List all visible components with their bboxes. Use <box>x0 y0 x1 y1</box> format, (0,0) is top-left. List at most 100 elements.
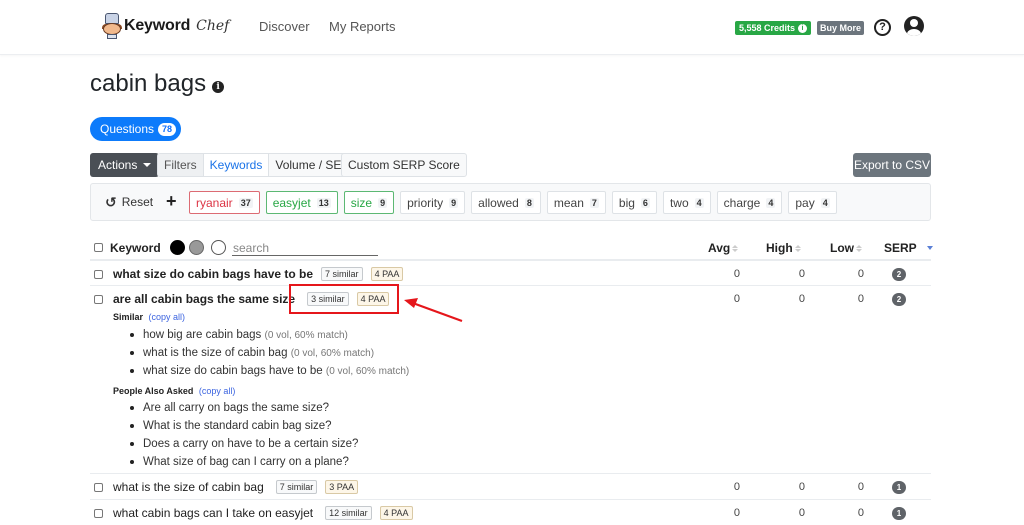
similar-badge[interactable]: 12 similar <box>325 506 372 520</box>
export-csv-button[interactable]: Export to CSV <box>853 153 931 177</box>
tab-keywords[interactable]: Keywords <box>203 154 270 176</box>
filter-chips: ryanair 37 easyjet 13 size 9 priority 9 allo… <box>189 191 837 214</box>
keyword-text[interactable]: are all cabin bags the same size <box>113 292 295 306</box>
add-filter-icon[interactable]: + <box>166 191 177 212</box>
serp-badge: 1 <box>892 507 906 520</box>
copy-all-paa-link[interactable]: (copy all) <box>199 386 236 396</box>
chip-label: big <box>618 195 635 210</box>
nav-discover[interactable]: Discover <box>259 19 310 34</box>
row-checkbox[interactable] <box>94 509 103 518</box>
serp-badge: 2 <box>892 293 906 306</box>
row-checkbox[interactable] <box>94 270 103 279</box>
select-all-checkbox[interactable] <box>94 243 103 252</box>
chip-count: 9 <box>449 197 459 208</box>
filter-bar: ↺ Reset + ryanair 37 easyjet 13 size 9 prio… <box>90 183 931 221</box>
filter-chip-charge[interactable]: charge 4 <box>716 191 783 214</box>
chip-label: pay <box>795 195 815 210</box>
credits-badge[interactable]: 5,558 Credits i <box>735 21 812 35</box>
filter-chip-allowed[interactable]: allowed 8 <box>471 191 541 214</box>
column-avg-label: Avg <box>708 241 731 255</box>
filter-chip-priority[interactable]: priority 9 <box>400 191 466 214</box>
chip-label: two <box>669 195 689 210</box>
column-low-label: Low <box>830 241 854 255</box>
similar-badge[interactable]: 7 similar <box>321 267 363 281</box>
keyword-text[interactable]: what cabin bags can I take on easyjet <box>113 506 313 520</box>
credits-text: 5,558 Credits <box>739 23 796 33</box>
help-icon[interactable]: ? <box>874 19 891 36</box>
chef-mascot-icon <box>102 13 122 39</box>
top-navbar: Keyword Chef Discover My Reports 5,558 C… <box>0 0 1024 55</box>
chip-count: 7 <box>589 197 599 208</box>
column-low[interactable]: Low <box>830 241 862 255</box>
annotation-arrow-icon <box>404 298 463 323</box>
questions-tab[interactable]: Questions 78 <box>90 117 182 141</box>
copy-all-similar-link[interactable]: (copy all) <box>149 312 186 322</box>
keyword-cell: what is the size of cabin bag 7 similar … <box>113 480 359 494</box>
high-value: 0 <box>798 507 805 519</box>
paa-badge[interactable]: 4 PAA <box>370 267 404 281</box>
reset-button[interactable]: ↺ Reset <box>105 195 153 209</box>
filter-black-dot-icon[interactable] <box>170 240 185 255</box>
paa-heading: People Also Asked (copy all) <box>113 386 235 396</box>
filter-chip-mean[interactable]: mean 7 <box>546 191 606 214</box>
avg-value: 0 <box>733 293 740 305</box>
chip-label: easyjet <box>272 195 311 210</box>
keyword-search-input[interactable] <box>232 240 378 256</box>
similar-item-text: what size do cabin bags have to be <box>143 365 323 377</box>
chip-label: priority <box>407 195 444 210</box>
filter-chip-pay[interactable]: pay 4 <box>788 191 837 214</box>
high-value: 0 <box>798 268 805 280</box>
similar-item-text: how big are cabin bags <box>143 329 262 341</box>
keyword-text[interactable]: what size do cabin bags have to be <box>113 267 313 281</box>
filter-white-dot-icon[interactable] <box>211 240 226 255</box>
similar-list: how big are cabin bags (0 vol, 60% match… <box>130 326 409 380</box>
buy-more-button[interactable]: Buy More <box>817 21 865 35</box>
keyword-cell: what size do cabin bags have to be 7 sim… <box>113 267 404 281</box>
low-value: 0 <box>857 293 864 305</box>
chip-count: 37 <box>238 197 253 208</box>
filter-chip-two[interactable]: two 4 <box>662 191 711 214</box>
low-value: 0 <box>857 507 864 519</box>
actions-dropdown-button[interactable]: Actions <box>90 153 160 177</box>
logo[interactable]: Keyword Chef <box>102 13 230 39</box>
tab-filters[interactable]: Filters <box>158 154 204 176</box>
keyword-text[interactable]: what is the size of cabin bag <box>113 480 264 494</box>
column-avg[interactable]: Avg <box>708 241 739 255</box>
chip-count: 4 <box>766 197 776 208</box>
similar-item-meta: (0 vol, 60% match) <box>325 366 410 377</box>
paa-badge[interactable]: 4 PAA <box>379 506 413 520</box>
row-checkbox[interactable] <box>94 483 103 492</box>
actions-label: Actions <box>98 158 138 172</box>
similar-heading: Similar (copy all) <box>113 312 185 322</box>
nav-my-reports[interactable]: My Reports <box>329 19 395 34</box>
similar-item-text: what is the size of cabin bag <box>143 347 288 359</box>
filter-gray-dot-icon[interactable] <box>189 240 204 255</box>
high-value: 0 <box>798 481 805 493</box>
page-title-text: cabin bags <box>90 70 207 97</box>
custom-serp-score-button[interactable]: Custom SERP Score <box>341 153 467 177</box>
caret-down-icon <box>143 163 152 167</box>
column-serp[interactable]: SERP <box>884 241 933 255</box>
similar-item-meta: (0 vol, 60% match) <box>290 348 375 359</box>
chip-label: allowed <box>478 195 519 210</box>
column-high-label: High <box>766 241 793 255</box>
paa-badge[interactable]: 3 PAA <box>325 480 359 494</box>
keyword-cell: what cabin bags can I take on easyjet 12… <box>113 506 413 520</box>
filter-chip-size[interactable]: size 9 <box>343 191 395 214</box>
filter-chip-easyjet[interactable]: easyjet 13 <box>265 191 338 214</box>
chip-label: mean <box>553 195 584 210</box>
row-checkbox[interactable] <box>94 295 103 304</box>
logo-script: Chef <box>196 18 230 34</box>
similar-badge[interactable]: 7 similar <box>275 480 318 494</box>
filter-chip-ryanair[interactable]: ryanair 37 <box>189 191 260 214</box>
table-row: what size do cabin bags have to be 7 sim… <box>90 261 931 286</box>
filter-chip-big[interactable]: big 6 <box>611 191 657 214</box>
paa-heading-text: People Also Asked <box>113 386 194 396</box>
info-icon[interactable]: i <box>212 81 225 93</box>
similar-heading-text: Similar <box>113 312 144 322</box>
user-avatar-icon[interactable] <box>904 16 924 36</box>
serp-badge: 2 <box>892 268 906 281</box>
column-keyword[interactable]: Keyword <box>110 241 161 255</box>
questions-count: 78 <box>158 122 177 136</box>
column-high[interactable]: High <box>766 241 801 255</box>
